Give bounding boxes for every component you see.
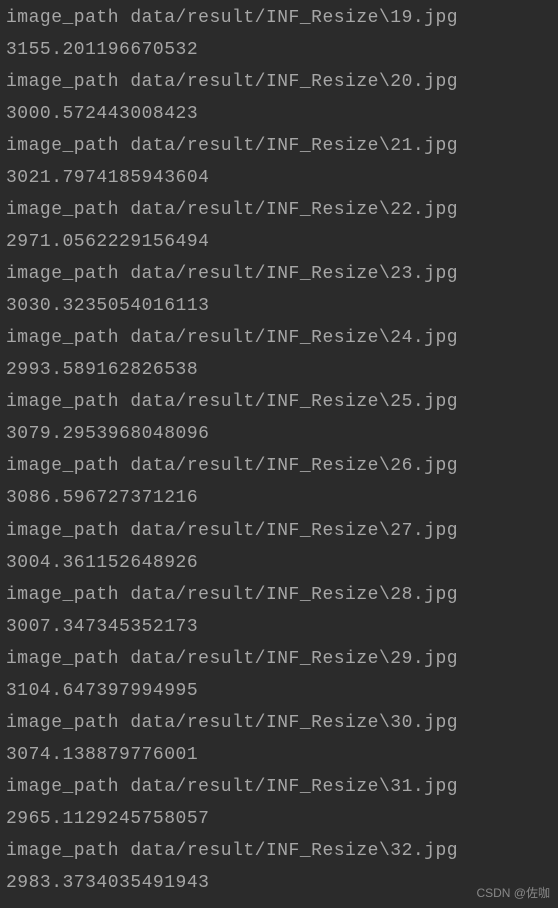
output-value-line: 3004.361152648926 — [6, 547, 558, 579]
output-value-line: 2971.0562229156494 — [6, 226, 558, 258]
path-value: data/result/INF_Resize\27.jpg — [130, 521, 458, 541]
output-path-line: image_path data/result/INF_Resize\29.jpg — [6, 643, 558, 675]
path-label: image_path — [6, 328, 130, 348]
path-label: image_path — [6, 777, 130, 797]
output-path-line: image_path data/result/INF_Resize\26.jpg — [6, 450, 558, 482]
output-path-line: image_path data/result/INF_Resize\20.jpg — [6, 66, 558, 98]
watermark: CSDN @佐咖 — [476, 883, 550, 904]
output-value-line: 3086.596727371216 — [6, 482, 558, 514]
path-value: data/result/INF_Resize\23.jpg — [130, 264, 458, 284]
output-path-line: image_path data/result/INF_Resize\19.jpg — [6, 2, 558, 34]
output-value-line: 3021.7974185943604 — [6, 162, 558, 194]
path-value: data/result/INF_Resize\20.jpg — [130, 72, 458, 92]
output-value-line: 3079.2953968048096 — [6, 418, 558, 450]
output-path-line: image_path data/result/INF_Resize\25.jpg — [6, 386, 558, 418]
output-path-line: image_path data/result/INF_Resize\24.jpg — [6, 322, 558, 354]
path-value: data/result/INF_Resize\29.jpg — [130, 649, 458, 669]
path-value: data/result/INF_Resize\31.jpg — [130, 777, 458, 797]
path-value: data/result/INF_Resize\24.jpg — [130, 328, 458, 348]
path-label: image_path — [6, 585, 130, 605]
output-value-line: 3074.138879776001 — [6, 739, 558, 771]
output-path-line: image_path data/result/INF_Resize\32.jpg — [6, 835, 558, 867]
output-value-line: 3155.201196670532 — [6, 34, 558, 66]
path-value: data/result/INF_Resize\19.jpg — [130, 8, 458, 28]
path-value: data/result/INF_Resize\30.jpg — [130, 713, 458, 733]
output-value-line: 3000.572443008423 — [6, 98, 558, 130]
path-label: image_path — [6, 841, 130, 861]
output-path-line: image_path data/result/INF_Resize\30.jpg — [6, 707, 558, 739]
console-output: image_path data/result/INF_Resize\19.jpg… — [6, 2, 558, 899]
output-value-line: 2983.3734035491943 — [6, 867, 558, 899]
path-label: image_path — [6, 713, 130, 733]
output-value-line: 3030.3235054016113 — [6, 290, 558, 322]
path-value: data/result/INF_Resize\22.jpg — [130, 200, 458, 220]
path-label: image_path — [6, 264, 130, 284]
path-label: image_path — [6, 521, 130, 541]
path-value: data/result/INF_Resize\21.jpg — [130, 136, 458, 156]
output-path-line: image_path data/result/INF_Resize\27.jpg — [6, 515, 558, 547]
path-value: data/result/INF_Resize\26.jpg — [130, 456, 458, 476]
path-label: image_path — [6, 136, 130, 156]
output-path-line: image_path data/result/INF_Resize\31.jpg — [6, 771, 558, 803]
path-label: image_path — [6, 456, 130, 476]
path-label: image_path — [6, 649, 130, 669]
path-value: data/result/INF_Resize\25.jpg — [130, 392, 458, 412]
path-value: data/result/INF_Resize\32.jpg — [130, 841, 458, 861]
output-path-line: image_path data/result/INF_Resize\21.jpg — [6, 130, 558, 162]
output-path-line: image_path data/result/INF_Resize\23.jpg — [6, 258, 558, 290]
output-value-line: 2993.589162826538 — [6, 354, 558, 386]
output-path-line: image_path data/result/INF_Resize\28.jpg — [6, 579, 558, 611]
path-label: image_path — [6, 200, 130, 220]
output-value-line: 3007.347345352173 — [6, 611, 558, 643]
output-value-line: 2965.1129245758057 — [6, 803, 558, 835]
path-label: image_path — [6, 8, 130, 28]
path-value: data/result/INF_Resize\28.jpg — [130, 585, 458, 605]
output-value-line: 3104.647397994995 — [6, 675, 558, 707]
path-label: image_path — [6, 392, 130, 412]
output-path-line: image_path data/result/INF_Resize\22.jpg — [6, 194, 558, 226]
path-label: image_path — [6, 72, 130, 92]
